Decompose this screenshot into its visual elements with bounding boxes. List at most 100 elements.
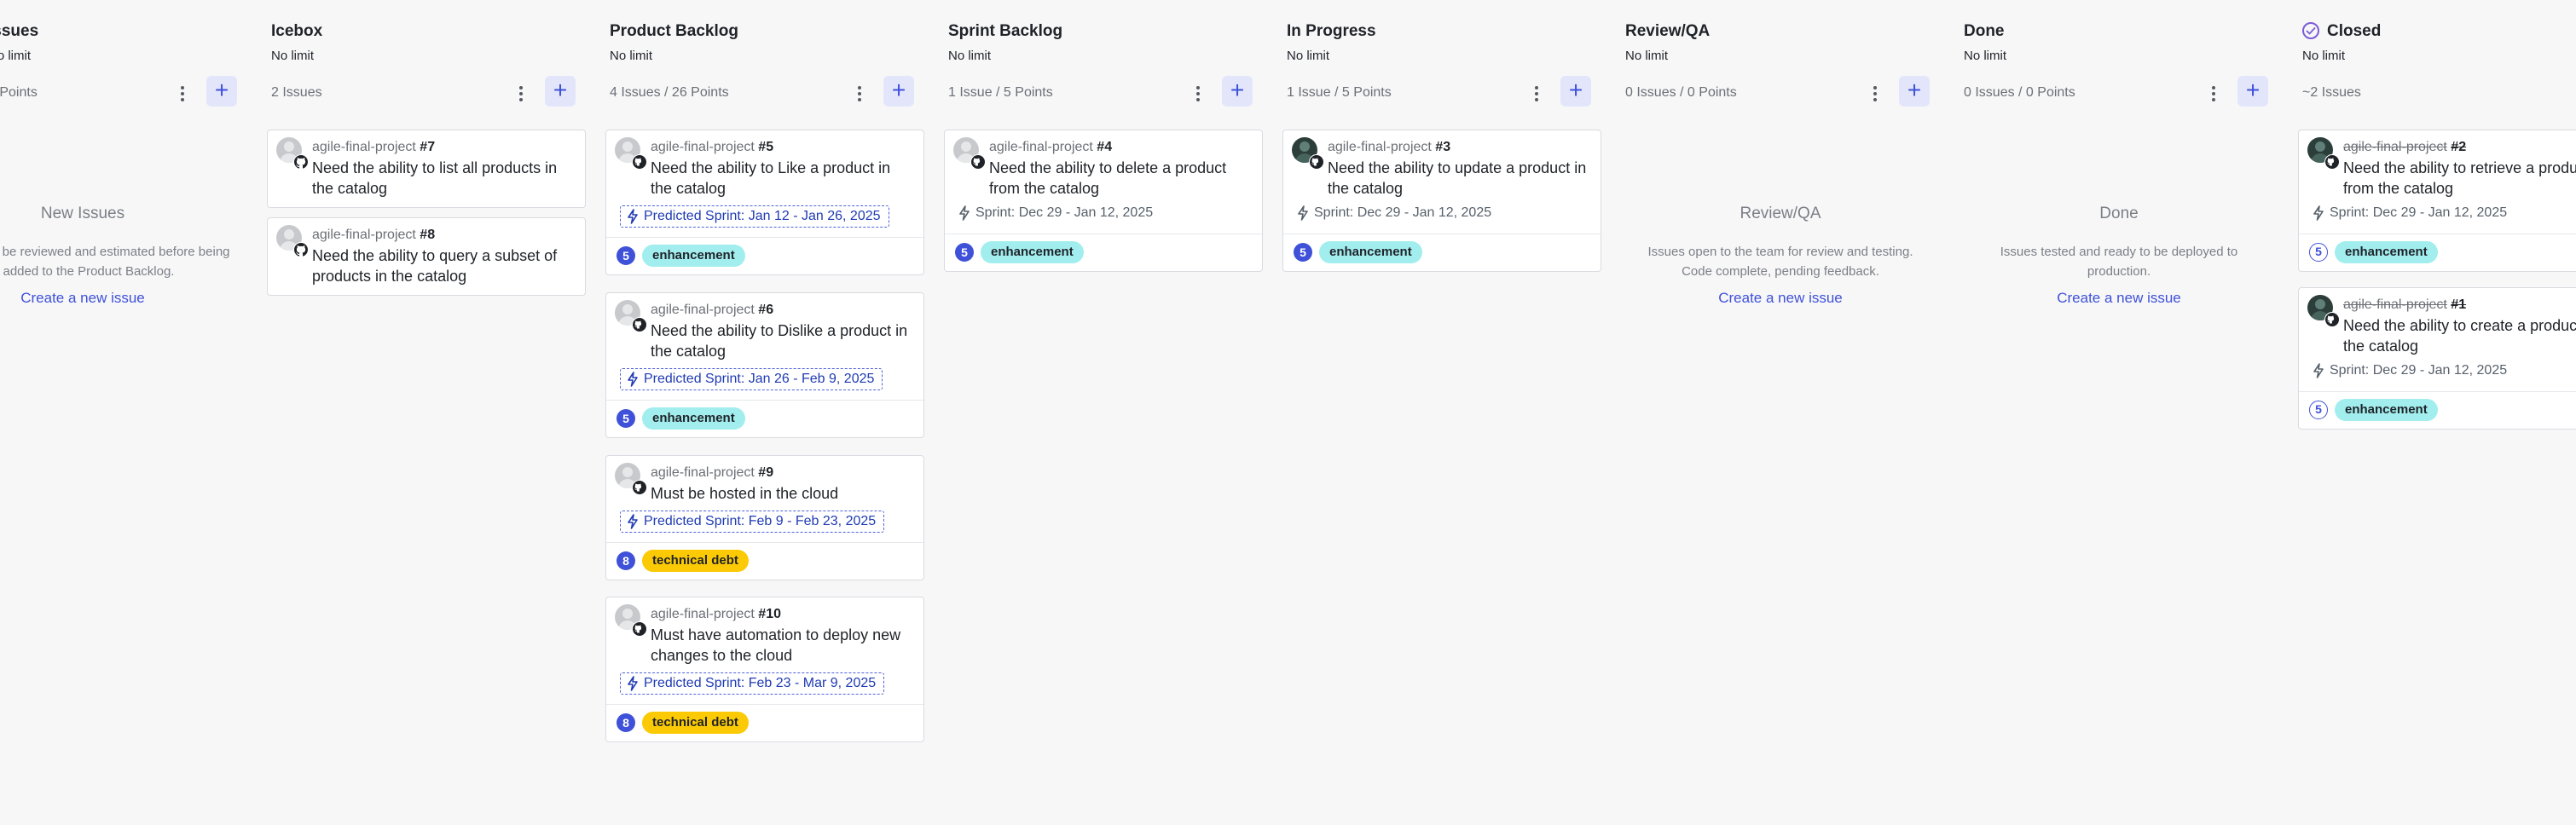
issue-ref[interactable]: agile-final-project #4	[989, 139, 1252, 156]
label-badge[interactable]: enhancement	[1319, 241, 1422, 263]
label-badge[interactable]: technical debt	[642, 712, 749, 734]
sprint-text: Sprint: Dec 29 - Jan 12, 2025	[2330, 205, 2508, 220]
sprint-text: Sprint: Dec 29 - Jan 12, 2025	[1314, 205, 1492, 220]
story-points-badge: 5	[617, 409, 635, 428]
column-limit: No limit	[610, 49, 653, 63]
label-badge[interactable]: enhancement	[2335, 241, 2438, 263]
repo-name: agile-final-project	[651, 607, 755, 621]
issue-card[interactable]: agile-final-project #8 Need the ability …	[267, 217, 586, 296]
empty-state-title: New Issues	[40, 205, 125, 222]
issue-card[interactable]: agile-final-project #3 Need the ability …	[1282, 130, 1601, 272]
issue-title[interactable]: Need the ability to update a product in …	[1328, 158, 1590, 199]
story-points-badge: 8	[617, 713, 635, 732]
github-icon	[632, 317, 647, 332]
empty-state-title: Done	[2099, 205, 2139, 222]
create-issue-link[interactable]: Create a new issue	[1621, 290, 1940, 307]
column-count: 1 Issue / 5 Points	[948, 85, 1053, 100]
issue-title[interactable]: Need the ability to create a product in …	[2343, 315, 2576, 356]
predicted-sprint-badge: Predicted Sprint: Feb 9 - Feb 23, 2025	[620, 511, 885, 533]
empty-state-description: Issues tested and ready to be deployed t…	[2000, 245, 2238, 279]
github-icon	[1309, 154, 1324, 170]
sprint-badge: Sprint: Dec 29 - Jan 12, 2025	[1297, 205, 1491, 221]
github-icon	[632, 154, 647, 170]
issue-card[interactable]: agile-final-project #10 Must have automa…	[605, 597, 924, 742]
kebab-menu-icon[interactable]	[1190, 84, 1207, 104]
issue-title[interactable]: Need the ability to query a subset of pr…	[312, 245, 575, 286]
repo-name: agile-final-project	[312, 228, 416, 242]
add-issue-button[interactable]: +	[1899, 76, 1930, 107]
empty-state-title: Review/QA	[1740, 205, 1821, 222]
column-limit: No limit	[0, 49, 32, 63]
issue-ref[interactable]: agile-final-project #10	[651, 606, 913, 623]
kebab-menu-icon[interactable]	[1528, 84, 1545, 104]
issue-title[interactable]: Need the ability to Like a product in th…	[651, 158, 913, 199]
add-issue-button[interactable]: +	[545, 76, 576, 107]
create-issue-link[interactable]: Create a new issue	[0, 290, 242, 307]
github-icon	[632, 480, 647, 495]
kebab-menu-icon[interactable]	[1867, 84, 1884, 104]
label-badge[interactable]: enhancement	[981, 241, 1084, 263]
issue-title[interactable]: Must be hosted in the cloud	[651, 483, 913, 504]
issue-ref[interactable]: agile-final-project #1	[2343, 297, 2576, 314]
create-issue-link[interactable]: Create a new issue	[1959, 290, 2278, 307]
issue-title[interactable]: Need the ability to delete a product fro…	[989, 158, 1252, 199]
issue-card[interactable]: agile-final-project #2 Need the ability …	[2298, 130, 2576, 272]
kebab-menu-icon[interactable]	[851, 84, 868, 104]
kebab-menu-icon[interactable]	[512, 84, 530, 104]
issue-number: #4	[1097, 140, 1113, 154]
issue-ref[interactable]: agile-final-project #2	[2343, 139, 2576, 156]
empty-state: Done Issues tested and ready to be deplo…	[1959, 205, 2278, 307]
issue-ref[interactable]: agile-final-project #3	[1328, 139, 1590, 156]
issue-title[interactable]: Need the ability to retrieve a product f…	[2343, 158, 2576, 199]
label-badge[interactable]: technical debt	[642, 550, 749, 572]
issue-title[interactable]: Need the ability to list all products in…	[312, 158, 575, 199]
issue-card[interactable]: agile-final-project #5 Need the ability …	[605, 130, 924, 275]
column-limit: No limit	[2302, 49, 2346, 63]
column-title: Issues	[0, 22, 39, 40]
lightning-icon	[628, 209, 638, 224]
label-badge[interactable]: enhancement	[642, 407, 745, 430]
column-limit: No limit	[1964, 49, 2007, 63]
issue-ref[interactable]: agile-final-project #8	[312, 227, 575, 244]
column-count: 2 Issues	[271, 85, 322, 100]
issue-ref[interactable]: agile-final-project #9	[651, 464, 913, 482]
sprint-text: Predicted Sprint: Jan 12 - Jan 26, 2025	[644, 209, 881, 223]
lightning-icon	[628, 676, 638, 691]
sprint-text: Predicted Sprint: Feb 23 - Mar 9, 2025	[644, 676, 877, 690]
issue-card[interactable]: agile-final-project #7 Need the ability …	[267, 130, 586, 208]
column-count: 4 Issues / 26 Points	[610, 85, 729, 100]
issue-ref[interactable]: agile-final-project #7	[312, 139, 575, 156]
label-badge[interactable]: enhancement	[2335, 399, 2438, 421]
add-issue-button[interactable]: +	[1222, 76, 1253, 107]
column-review-qa: Review/QA No limit 0 Issues / 0 Points +…	[1621, 0, 1940, 825]
project-board: Issues No limit 0 Points + New Issues Is…	[0, 0, 2576, 825]
issue-ref[interactable]: agile-final-project #6	[651, 302, 913, 319]
github-icon	[632, 621, 647, 637]
kebab-menu-icon[interactable]	[2205, 84, 2222, 104]
lightning-icon	[628, 372, 638, 387]
label-badge[interactable]: enhancement	[642, 245, 745, 267]
issue-title[interactable]: Need the ability to Dislike a product in…	[651, 320, 913, 361]
issue-title[interactable]: Must have automation to deploy new chang…	[651, 625, 913, 666]
issue-card[interactable]: agile-final-project #1 Need the ability …	[2298, 287, 2576, 430]
kebab-menu-icon[interactable]	[174, 84, 191, 104]
issue-number: #7	[420, 140, 436, 154]
predicted-sprint-badge: Predicted Sprint: Jan 12 - Jan 26, 2025	[620, 205, 889, 228]
issue-ref[interactable]: agile-final-project #5	[651, 139, 913, 156]
issue-number: #10	[758, 607, 781, 621]
add-issue-button[interactable]: +	[883, 76, 914, 107]
add-issue-button[interactable]: +	[206, 76, 237, 107]
column-title: Icebox	[271, 22, 323, 40]
add-issue-button[interactable]: +	[1560, 76, 1591, 107]
add-issue-button[interactable]: +	[2237, 76, 2268, 107]
issue-card[interactable]: agile-final-project #6 Need the ability …	[605, 292, 924, 438]
lightning-icon	[628, 514, 638, 529]
issue-card[interactable]: agile-final-project #9 Must be hosted in…	[605, 455, 924, 580]
lightning-icon	[1298, 205, 1308, 221]
issue-number: #8	[420, 228, 436, 242]
github-icon	[2324, 312, 2340, 327]
issue-number: #6	[758, 303, 774, 317]
issue-card[interactable]: agile-final-project #4 Need the ability …	[944, 130, 1263, 272]
column-new-issues: Issues No limit 0 Points + New Issues Is…	[0, 0, 242, 825]
repo-name: agile-final-project	[2343, 140, 2447, 154]
